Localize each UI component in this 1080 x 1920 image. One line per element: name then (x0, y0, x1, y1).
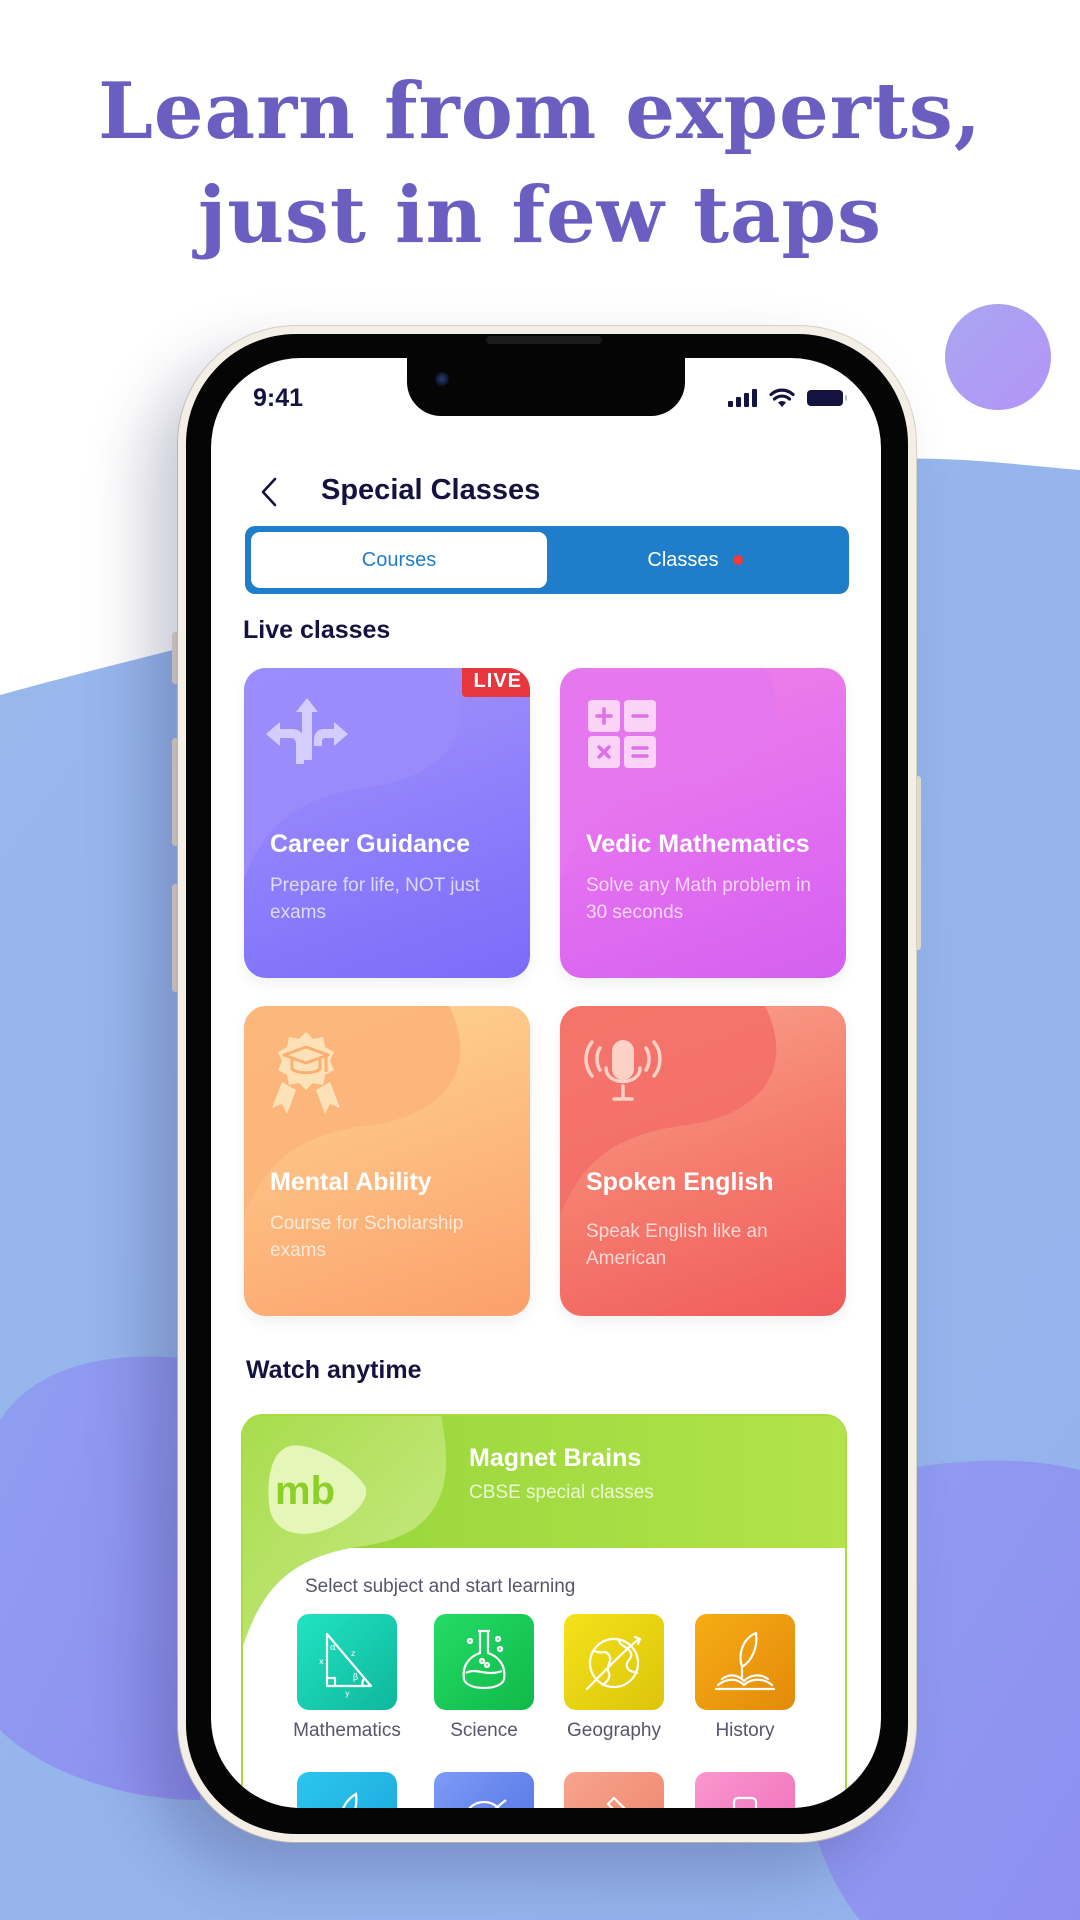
nav-bar: Special Classes (211, 458, 881, 528)
subject-tile-7[interactable] (564, 1772, 664, 1808)
subject-prompt: Select subject and start learning (305, 1576, 576, 1597)
subject-tile (564, 1614, 664, 1710)
chevron-left-icon (261, 477, 277, 507)
subject-tile (695, 1614, 795, 1710)
subject-tile-6[interactable] (434, 1772, 534, 1808)
section-title-live: Live classes (243, 616, 391, 644)
globe-icon (468, 1799, 507, 1808)
status-time: 9:41 (253, 384, 304, 412)
headline-line-2: just in few taps (197, 170, 883, 261)
svg-text:β: β (353, 1673, 358, 1683)
gavel-icon (606, 1796, 626, 1808)
card-title: Spoken English (586, 1168, 774, 1196)
subject-label: Mathematics (293, 1720, 401, 1741)
logo-text: mb (275, 1469, 335, 1513)
globe-icon (585, 1635, 642, 1691)
triangle-geometry-icon: α β x z y (319, 1632, 373, 1698)
award-ribbon-icon (272, 1032, 340, 1114)
wifi-icon (769, 388, 795, 407)
card-title: Vedic Mathematics (586, 830, 810, 858)
status-icons (728, 388, 847, 408)
chair-icon (732, 1796, 758, 1808)
flask-icon (462, 1629, 506, 1690)
tab-courses[interactable]: Courses (251, 532, 547, 588)
provider-card-magnet-brains[interactable]: mb Magnet Brains CBSE special classes Se… (241, 1414, 847, 1808)
subject-tile-8[interactable] (695, 1772, 795, 1808)
notch (407, 358, 685, 416)
provider-name: Magnet Brains (469, 1444, 642, 1472)
phone-screen: 9:41 Special Classes Courses Classes Liv… (211, 358, 881, 1808)
card-subtitle: Speak English like an American (586, 1221, 768, 1269)
svg-text:y: y (345, 1689, 350, 1698)
subject-tile (297, 1772, 397, 1808)
provider-tagline: CBSE special classes (469, 1482, 654, 1503)
section-title-watch: Watch anytime (246, 1356, 422, 1384)
microphone-icon (584, 1040, 662, 1101)
subject-label: Science (450, 1720, 518, 1741)
decorative-circle (945, 304, 1051, 410)
background-blob-left (0, 1356, 200, 1800)
svg-text:α: α (330, 1643, 336, 1653)
headline: Learn from experts, just in few taps (0, 60, 1080, 268)
signal-icon (728, 389, 757, 407)
magnet-brains-logo: mb (268, 1445, 367, 1534)
tab-label: Classes (647, 548, 719, 571)
phone-speaker (486, 336, 602, 344)
battery-icon (807, 390, 847, 406)
page-title: Special Classes (321, 474, 541, 506)
card-title: Mental Ability (270, 1168, 432, 1196)
tab-classes[interactable]: Classes (547, 532, 843, 588)
subject-tile-5[interactable] (297, 1772, 397, 1808)
subject-geography[interactable]: Geography (564, 1614, 664, 1742)
card-subtitle: Solve any Math problem in 30 seconds (586, 875, 811, 923)
subject-tile (695, 1772, 795, 1808)
card-subtitle: Prepare for life, NOT just exams (270, 875, 480, 923)
course-card-mental-ability[interactable]: Mental Ability Course for Scholarship ex… (244, 1006, 530, 1316)
headline-line-1: Learn from experts, (98, 66, 982, 157)
subject-label: History (715, 1720, 775, 1741)
subject-tile (434, 1772, 534, 1808)
tab-switcher: Courses Classes (245, 526, 849, 594)
card-subtitle: Course for Scholarship exams (270, 1213, 464, 1261)
back-button[interactable] (251, 474, 287, 510)
notification-dot (732, 555, 743, 565)
quill-book-icon (714, 1631, 776, 1691)
subject-tile (434, 1614, 534, 1710)
subject-tile (564, 1772, 664, 1808)
quill-icon (342, 1792, 358, 1808)
live-badge: LIVE (461, 668, 530, 697)
svg-text:z: z (351, 1649, 355, 1658)
subject-mathematics[interactable]: α β x z y Mathematics (293, 1614, 401, 1742)
course-card-spoken-english[interactable]: Spoken English Speak English like an Ame… (560, 1006, 846, 1316)
svg-text:x: x (319, 1657, 324, 1666)
direction-arrows-icon (266, 698, 348, 764)
card-title: Career Guidance (270, 830, 471, 858)
subject-history[interactable]: History (695, 1614, 795, 1742)
camera (435, 372, 449, 386)
subject-science[interactable]: Science (434, 1614, 534, 1742)
subject-label: Geography (566, 1720, 661, 1741)
tab-label: Courses (361, 548, 437, 571)
course-card-career-guidance[interactable]: LIVE Career Guidance Prepare for life, N… (244, 668, 530, 978)
subject-tile: α β x z y (297, 1614, 397, 1710)
course-card-vedic-mathematics[interactable]: Vedic Mathematics Solve any Math problem… (560, 668, 846, 978)
calculator-icon (588, 700, 656, 768)
